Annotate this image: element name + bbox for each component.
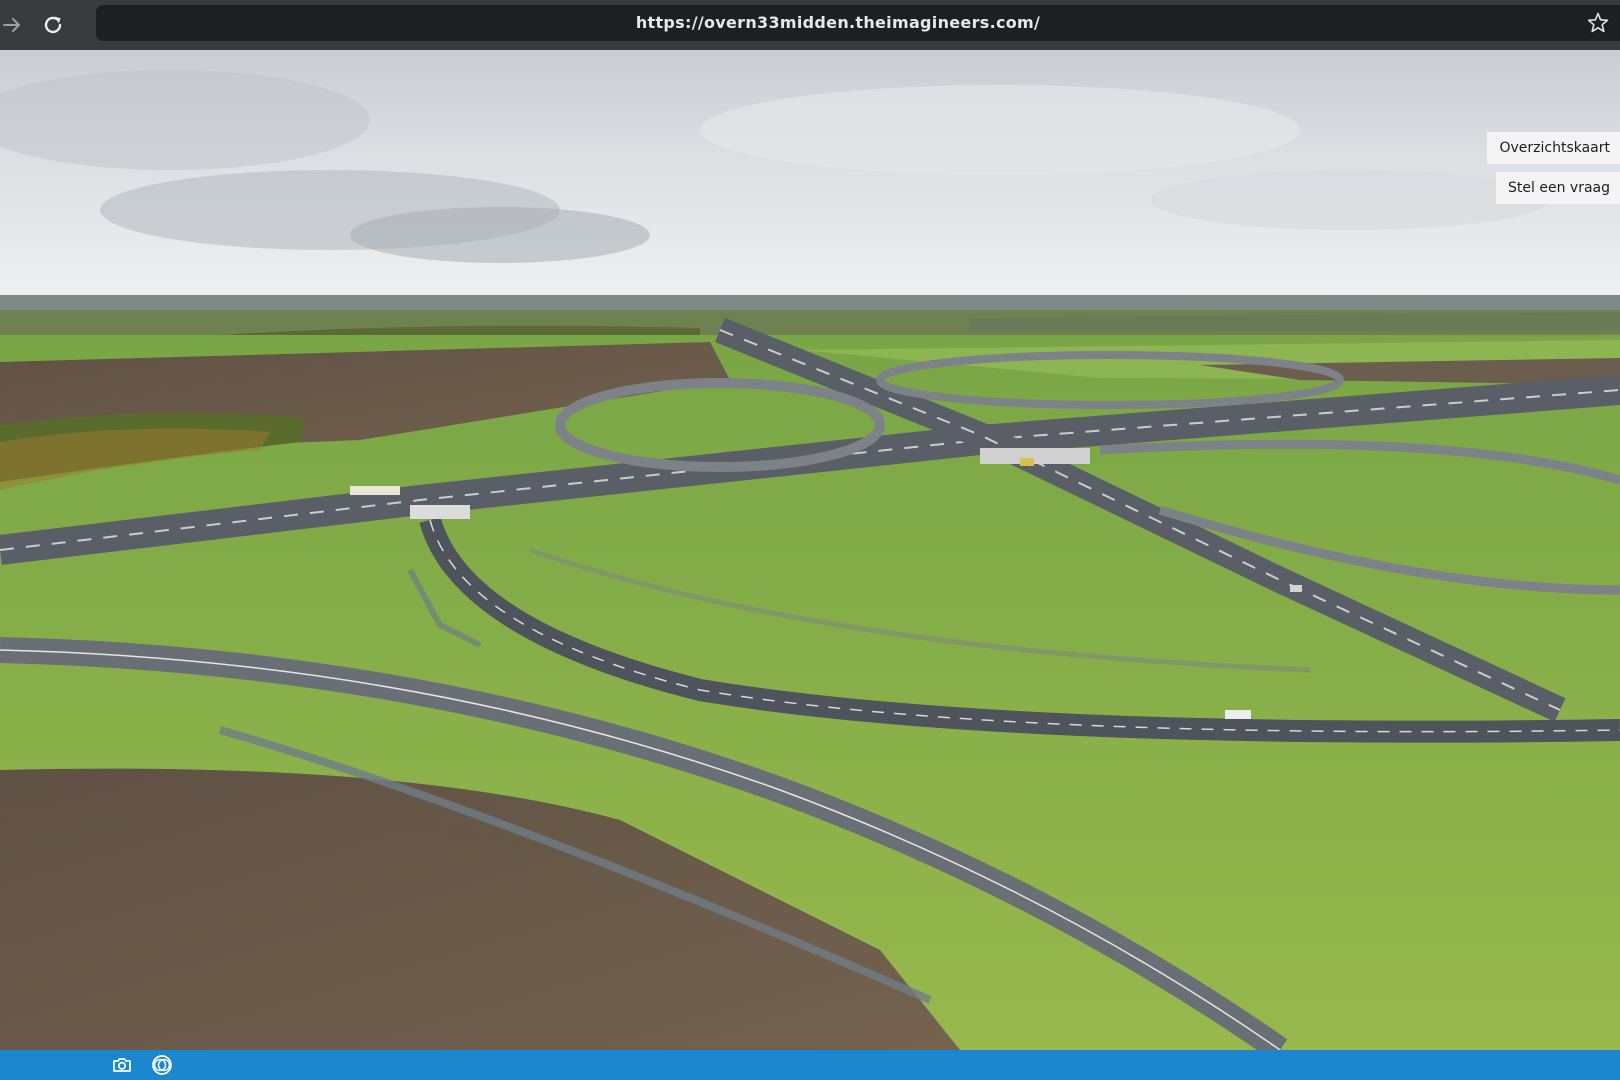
url-text: https://overn33midden.theimagineers.com/ [635,13,1041,32]
aerial-panorama-image [0,50,1620,1050]
forward-button[interactable] [0,10,24,40]
reload-button[interactable] [38,10,68,40]
arrow-right-icon [3,18,20,32]
address-bar[interactable]: https://overn33midden.theimagineers.com/ [96,5,1620,41]
overview-map-button[interactable]: Overzichtskaart [1487,132,1620,164]
compare-circles-icon[interactable] [150,1053,174,1077]
browser-toolbar: https://overn33midden.theimagineers.com/ [0,0,1620,50]
panorama-viewer[interactable]: Overzichtskaart Stel een vraag [0,50,1620,1050]
bottom-toolbar [0,1050,1620,1080]
star-icon[interactable] [1586,11,1610,35]
camera-icon[interactable] [110,1053,134,1077]
reload-icon [44,16,62,34]
ask-question-button[interactable]: Stel een vraag [1496,172,1620,204]
